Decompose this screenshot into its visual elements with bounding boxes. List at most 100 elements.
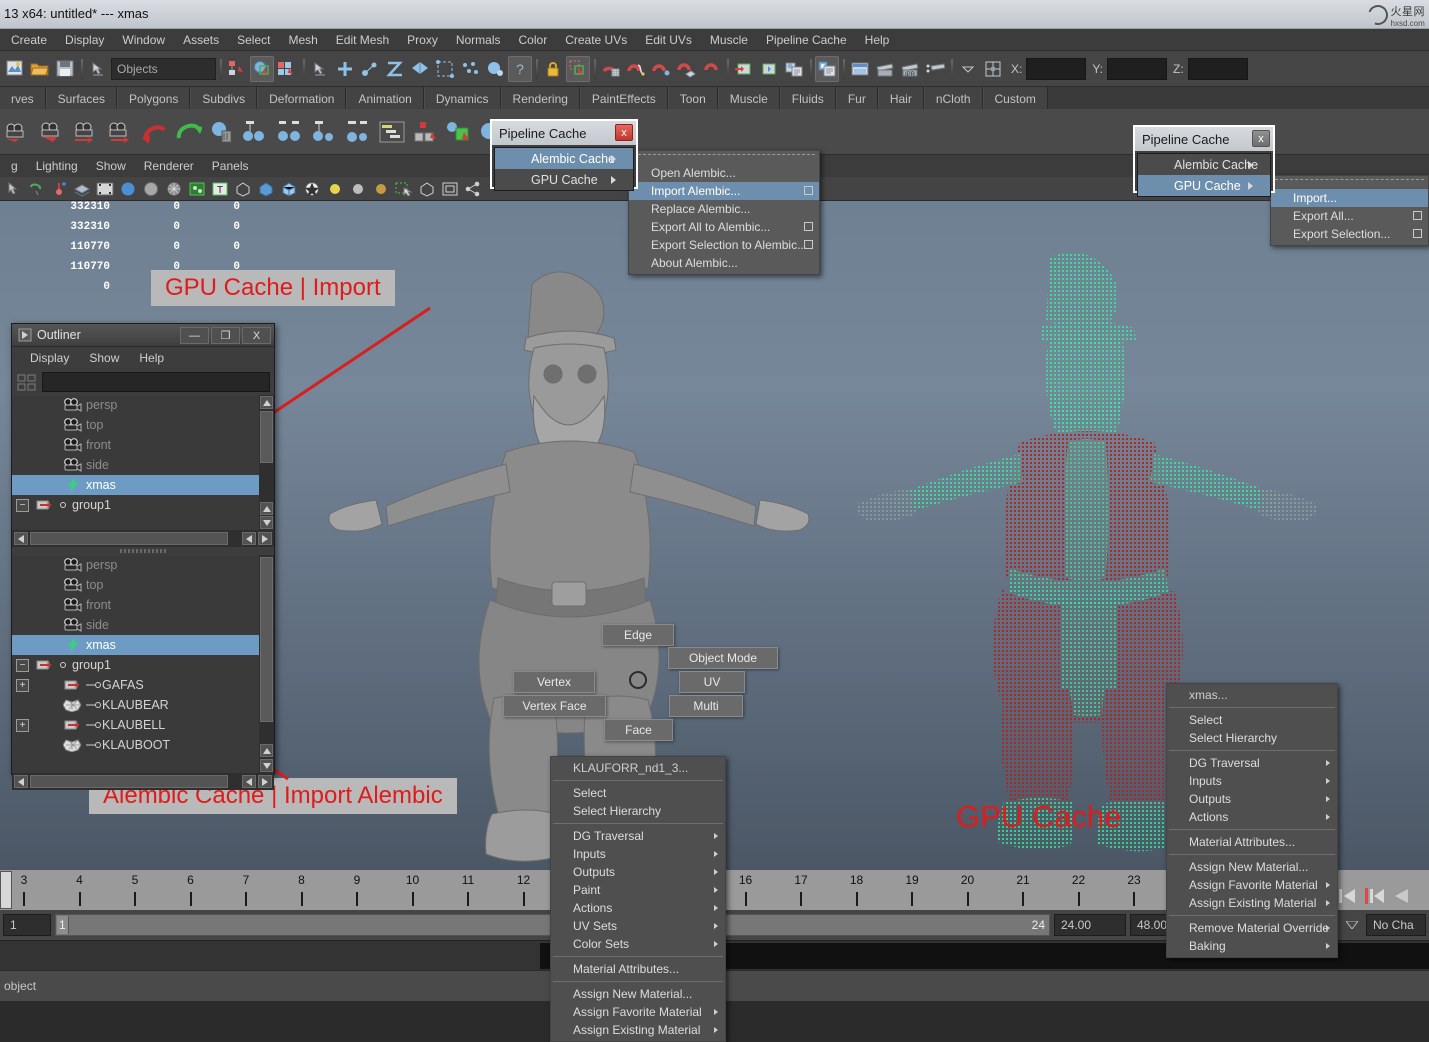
menu-item-outputs[interactable]: Outputs: [551, 863, 725, 881]
create-locator-icon[interactable]: [410, 115, 441, 149]
current-frame-field[interactable]: 1: [3, 914, 51, 936]
option-box-icon[interactable]: [1413, 229, 1422, 238]
outliner-list-top[interactable]: persptopfrontsidexmas−group1: [12, 395, 274, 530]
all-lights-icon[interactable]: [324, 179, 345, 199]
shelf-tab-ncloth[interactable]: nCloth: [924, 87, 983, 109]
pipeline-cache-window-left[interactable]: Pipeline Cache x Alembic CacheGPU Cache: [490, 119, 638, 189]
shelf-tab-rves[interactable]: rves: [0, 87, 46, 109]
outliner-splitter[interactable]: [12, 547, 274, 555]
menu-item-about-alembic-[interactable]: About Alembic...: [629, 254, 819, 272]
select-tool-icon[interactable]: [2, 179, 23, 199]
hierarchy-mode-icon[interactable]: [225, 56, 249, 82]
menu-item-assign-existing-material[interactable]: Assign Existing Material: [1167, 894, 1337, 912]
menu-item-assign-existing-material[interactable]: Assign Existing Material: [551, 1021, 725, 1039]
outliner-search-input[interactable]: [42, 372, 270, 392]
shelf-tab-deformation[interactable]: Deformation: [257, 87, 346, 109]
expand-icon[interactable]: +: [16, 719, 29, 732]
menu-item-outputs[interactable]: Outputs: [1167, 790, 1337, 808]
x-input[interactable]: [1026, 58, 1086, 80]
outliner-top-vscrollbar[interactable]: [259, 395, 274, 530]
outliner-row-top[interactable]: top: [12, 575, 259, 595]
outliner-row-group1[interactable]: −group1: [12, 495, 259, 515]
panel-menu-g[interactable]: g: [2, 157, 27, 175]
outliner-row-klaubear[interactable]: KLAUBEAR: [12, 695, 259, 715]
hscroll-right-arrow-icon[interactable]: [258, 775, 272, 788]
panel-layout-icon[interactable]: [439, 179, 460, 199]
input-connections-icon[interactable]: [732, 56, 756, 82]
menu-item-assign-favorite-material[interactable]: Assign Favorite Material: [1167, 876, 1337, 894]
open-scene-button[interactable]: [28, 56, 52, 82]
wireframe-on-shaded-icon[interactable]: [163, 179, 184, 199]
scroll-up-arrow-icon[interactable]: [260, 396, 273, 409]
camera-import-icon[interactable]: [70, 115, 101, 149]
outliner-row-top[interactable]: top: [12, 415, 259, 435]
scroll-up-arrow-icon[interactable]: [260, 744, 273, 757]
menu-item-open-alembic-[interactable]: Open Alembic...: [629, 164, 819, 182]
menu-item-mesh[interactable]: Mesh: [279, 31, 326, 49]
outliner-bottom-vscrollbar[interactable]: [259, 555, 274, 773]
shelf-tab-toon[interactable]: Toon: [668, 87, 718, 109]
xray-icon[interactable]: [232, 179, 253, 199]
outliner-row-front[interactable]: front: [12, 595, 259, 615]
minimize-button[interactable]: —: [180, 327, 209, 344]
outliner-row-gafas[interactable]: +GAFAS: [12, 675, 259, 695]
character-set-field[interactable]: No Cha: [1366, 914, 1426, 936]
delete-sphere-icon[interactable]: [206, 115, 237, 149]
option-box-icon[interactable]: [804, 240, 813, 249]
snap-to-selection-icon[interactable]: [566, 56, 590, 82]
ipr-render-icon[interactable]: [873, 56, 897, 82]
close-icon[interactable]: x: [1252, 130, 1270, 147]
hardware-texturing-icon[interactable]: [301, 179, 322, 199]
menu-item-assets[interactable]: Assets: [174, 31, 228, 49]
outliner-row-front[interactable]: front: [12, 435, 259, 455]
outliner-list-bottom[interactable]: persptopfrontsidexmas−group1+GAFASKLAUBE…: [12, 555, 274, 773]
menu-item-pipeline-cache[interactable]: Pipeline Cache: [757, 31, 856, 49]
camera-bake-icon[interactable]: [36, 115, 67, 149]
render-region-icon[interactable]: [923, 56, 947, 82]
render-settings-icon[interactable]: [815, 56, 839, 82]
menu-item-assign-favorite-material[interactable]: Assign Favorite Material: [551, 1003, 725, 1021]
snap-to-curve-icon[interactable]: [624, 56, 648, 82]
ungroup-objects-icon[interactable]: [342, 115, 373, 149]
object-mode-icon[interactable]: [250, 56, 274, 82]
option-box-icon[interactable]: [1413, 211, 1422, 220]
scroll-down-arrow-icon[interactable]: [260, 516, 273, 529]
pipeline-cache-window-right[interactable]: Pipeline Cache x Alembic CacheGPU Cache: [1133, 125, 1275, 193]
menu-item-color[interactable]: Color: [510, 31, 557, 49]
shelf-tab-dynamics[interactable]: Dynamics: [424, 87, 501, 109]
menu-item-import-alembic-[interactable]: Import Alembic...: [629, 182, 819, 200]
smooth-shade-icon[interactable]: [117, 179, 138, 199]
redo-green-arrow-icon[interactable]: [172, 115, 203, 149]
menu-item-create-uvs[interactable]: Create UVs: [556, 31, 636, 49]
menu-item-select[interactable]: Select: [551, 784, 725, 802]
marking-menu-multi[interactable]: Multi: [669, 695, 743, 717]
hscroll-left-arrow-icon[interactable]: [14, 775, 28, 788]
y-input[interactable]: [1107, 58, 1167, 80]
cv-mask-icon[interactable]: [358, 56, 382, 82]
camera-anim-icon[interactable]: [2, 115, 33, 149]
wireframe-icon[interactable]: [71, 179, 92, 199]
outliner-row-xmas[interactable]: xmas: [12, 635, 259, 655]
alembic-cache-submenu[interactable]: Open Alembic...Import Alembic...Replace …: [628, 150, 820, 275]
close-icon[interactable]: x: [615, 124, 633, 141]
hscroll-left-arrow-icon[interactable]: [14, 532, 28, 545]
outliner-row-group1[interactable]: −group1: [12, 655, 259, 675]
scroll-up-arrow2-icon[interactable]: [260, 502, 273, 515]
time-cursor[interactable]: [0, 871, 12, 909]
marking-menu-vertex-face[interactable]: Vertex Face: [503, 695, 606, 717]
shading-cube-icon[interactable]: [416, 179, 437, 199]
menu-item-proxy[interactable]: Proxy: [398, 31, 447, 49]
panel-menu-lighting[interactable]: Lighting: [27, 157, 87, 175]
menu-item-help[interactable]: Help: [856, 31, 899, 49]
construction-history-icon[interactable]: [782, 56, 806, 82]
outliner-row-side[interactable]: side: [12, 455, 259, 475]
menu-item-remove-material-override[interactable]: Remove Material Override: [1167, 919, 1337, 937]
shelf-tab-painteffects[interactable]: PaintEffects: [580, 87, 668, 109]
outliner-bottom-scroll-thumb[interactable]: [260, 557, 273, 722]
unparent-objects-icon[interactable]: [274, 115, 305, 149]
shelf-tab-custom[interactable]: Custom: [983, 87, 1048, 109]
texture-display-icon[interactable]: [186, 179, 207, 199]
shelf-tab-polygons[interactable]: Polygons: [117, 87, 190, 109]
marking-menu-face[interactable]: Face: [604, 719, 673, 741]
snap-to-plane-icon[interactable]: [674, 56, 698, 82]
